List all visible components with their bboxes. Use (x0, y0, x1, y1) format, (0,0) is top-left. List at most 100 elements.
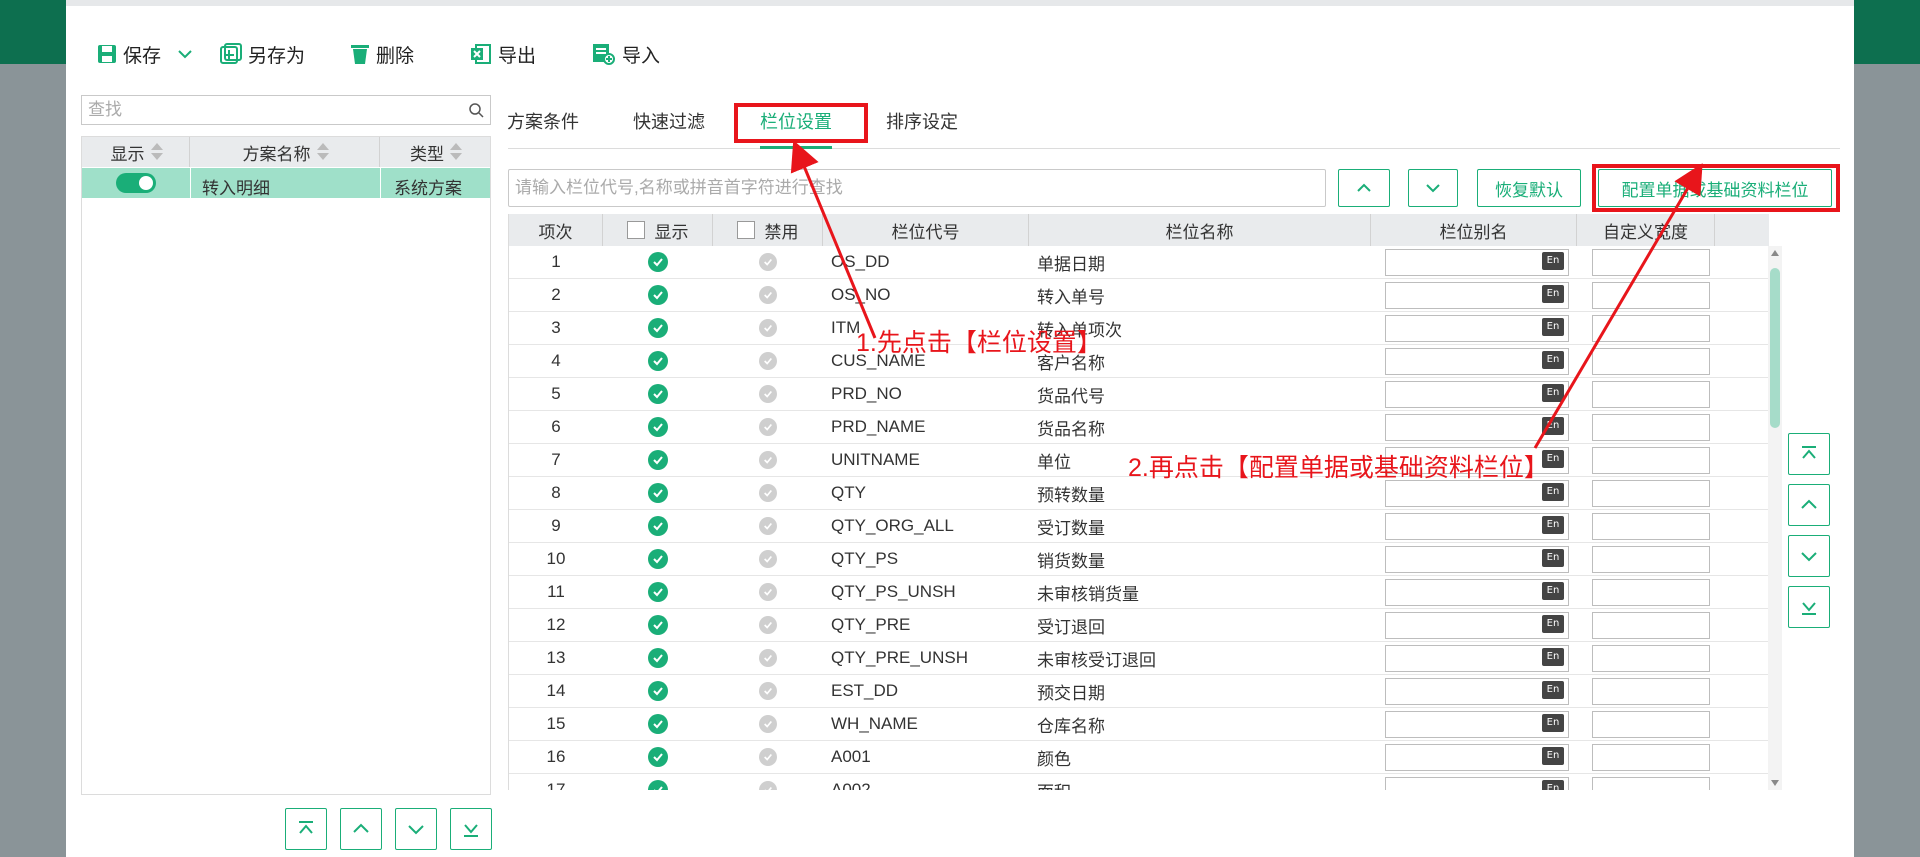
field-alias-input[interactable]: En (1385, 414, 1569, 441)
show-checkbox[interactable] (603, 378, 713, 410)
show-toggle[interactable] (116, 173, 156, 193)
show-checkbox[interactable] (603, 444, 713, 476)
show-checkbox[interactable] (603, 411, 713, 443)
disable-checkbox[interactable] (713, 477, 823, 509)
field-alias-input[interactable]: En (1385, 711, 1569, 738)
table-row[interactable]: 5 PRD_NO 货品代号 En (509, 378, 1769, 411)
custom-width-input[interactable] (1592, 579, 1710, 606)
custom-width-input[interactable] (1592, 249, 1710, 276)
show-checkbox[interactable] (603, 741, 713, 773)
field-alias-input[interactable]: En (1385, 381, 1569, 408)
field-alias-input[interactable]: En (1385, 480, 1569, 507)
disable-checkbox[interactable] (713, 312, 823, 344)
field-alias-input[interactable]: En (1385, 777, 1569, 790)
field-move-bottom-button[interactable] (1788, 586, 1830, 628)
column-header-scheme-name[interactable]: 方案名称 (190, 137, 380, 167)
custom-width-input[interactable] (1592, 513, 1710, 540)
table-row[interactable]: 4 CUS_NAME 客户名称 En (509, 345, 1769, 378)
custom-width-input[interactable] (1592, 612, 1710, 639)
sort-icon[interactable] (316, 143, 329, 161)
field-alias-input[interactable]: En (1385, 348, 1569, 375)
disable-checkbox[interactable] (713, 642, 823, 674)
show-checkbox[interactable] (603, 279, 713, 311)
field-alias-input[interactable]: En (1385, 678, 1569, 705)
language-en-icon[interactable]: En (1542, 417, 1564, 435)
language-en-icon[interactable]: En (1542, 252, 1564, 270)
restore-default-button[interactable]: 恢复默认 (1477, 169, 1581, 207)
field-alias-input[interactable]: En (1385, 282, 1569, 309)
show-checkbox[interactable] (603, 543, 713, 575)
column-header-show[interactable]: 显示 (82, 137, 190, 167)
scheme-search-input[interactable] (86, 96, 450, 124)
show-checkbox[interactable] (603, 312, 713, 344)
show-checkbox[interactable] (603, 642, 713, 674)
sort-icon[interactable] (150, 143, 163, 161)
custom-width-input[interactable] (1592, 777, 1710, 790)
field-alias-input[interactable]: En (1385, 612, 1569, 639)
language-en-icon[interactable]: En (1542, 780, 1564, 790)
disable-checkbox[interactable] (713, 708, 823, 740)
table-row[interactable]: 17 A002 面积 En (509, 774, 1769, 790)
show-checkbox[interactable] (603, 345, 713, 377)
field-alias-input[interactable]: En (1385, 249, 1569, 276)
tab-scheme-conditions[interactable]: 方案条件 (507, 108, 579, 134)
field-alias-input[interactable]: En (1385, 546, 1569, 573)
show-checkbox[interactable] (603, 477, 713, 509)
select-all-disable-checkbox[interactable] (736, 221, 755, 239)
field-alias-input[interactable]: En (1385, 315, 1569, 342)
disable-checkbox[interactable] (713, 246, 823, 278)
search-icon[interactable] (468, 102, 484, 118)
table-row[interactable]: 3 ITM 转入单项次 En (509, 312, 1769, 345)
tab-quick-filter[interactable]: 快速过滤 (633, 108, 705, 134)
show-checkbox[interactable] (603, 609, 713, 641)
table-row[interactable]: 15 WH_NAME 仓库名称 En (509, 708, 1769, 741)
custom-width-input[interactable] (1592, 315, 1710, 342)
move-bottom-button[interactable] (450, 808, 492, 850)
disable-checkbox[interactable] (713, 609, 823, 641)
table-row[interactable]: 10 QTY_PS 销货数量 En (509, 543, 1769, 576)
custom-width-input[interactable] (1592, 480, 1710, 507)
collapse-up-button[interactable] (1338, 169, 1390, 207)
export-button[interactable]: 导出 (470, 38, 536, 70)
language-en-icon[interactable]: En (1542, 549, 1564, 567)
disable-checkbox[interactable] (713, 543, 823, 575)
show-checkbox[interactable] (603, 510, 713, 542)
save-button[interactable]: 保存 (97, 38, 193, 70)
scroll-down-icon[interactable] (1770, 778, 1780, 788)
move-up-button[interactable] (340, 808, 382, 850)
table-row[interactable]: 13 QTY_PRE_UNSH 未审核受订退回 En (509, 642, 1769, 675)
disable-checkbox[interactable] (713, 576, 823, 608)
table-row[interactable]: 6 PRD_NAME 货品名称 En (509, 411, 1769, 444)
table-row[interactable]: 11 QTY_PS_UNSH 未审核销货量 En (509, 576, 1769, 609)
column-header-disable[interactable]: 禁用 (713, 214, 823, 246)
disable-checkbox[interactable] (713, 378, 823, 410)
language-en-icon[interactable]: En (1542, 483, 1564, 501)
language-en-icon[interactable]: En (1542, 648, 1564, 666)
column-header-show[interactable]: 显示 (603, 214, 713, 246)
disable-checkbox[interactable] (713, 345, 823, 377)
chevron-down-icon[interactable] (177, 46, 193, 62)
language-en-icon[interactable]: En (1542, 285, 1564, 303)
language-en-icon[interactable]: En (1542, 615, 1564, 633)
custom-width-input[interactable] (1592, 447, 1710, 474)
language-en-icon[interactable]: En (1542, 351, 1564, 369)
table-row[interactable]: 1 OS_DD 单据日期 En (509, 246, 1769, 279)
table-row[interactable]: 2 OS_NO 转入单号 En (509, 279, 1769, 312)
table-row[interactable]: 16 A001 颜色 En (509, 741, 1769, 774)
custom-width-input[interactable] (1592, 381, 1710, 408)
disable-checkbox[interactable] (713, 411, 823, 443)
table-row[interactable]: 14 EST_DD 预交日期 En (509, 675, 1769, 708)
expand-down-button[interactable] (1408, 169, 1458, 207)
delete-button[interactable]: 删除 (350, 38, 414, 70)
custom-width-input[interactable] (1592, 711, 1710, 738)
show-checkbox[interactable] (603, 708, 713, 740)
table-row[interactable]: 12 QTY_PRE 受订退回 En (509, 609, 1769, 642)
custom-width-input[interactable] (1592, 645, 1710, 672)
custom-width-input[interactable] (1592, 414, 1710, 441)
show-checkbox[interactable] (603, 675, 713, 707)
field-move-top-button[interactable] (1788, 433, 1830, 475)
custom-width-input[interactable] (1592, 546, 1710, 573)
language-en-icon[interactable]: En (1542, 582, 1564, 600)
disable-checkbox[interactable] (713, 741, 823, 773)
scroll-up-icon[interactable] (1770, 248, 1780, 258)
